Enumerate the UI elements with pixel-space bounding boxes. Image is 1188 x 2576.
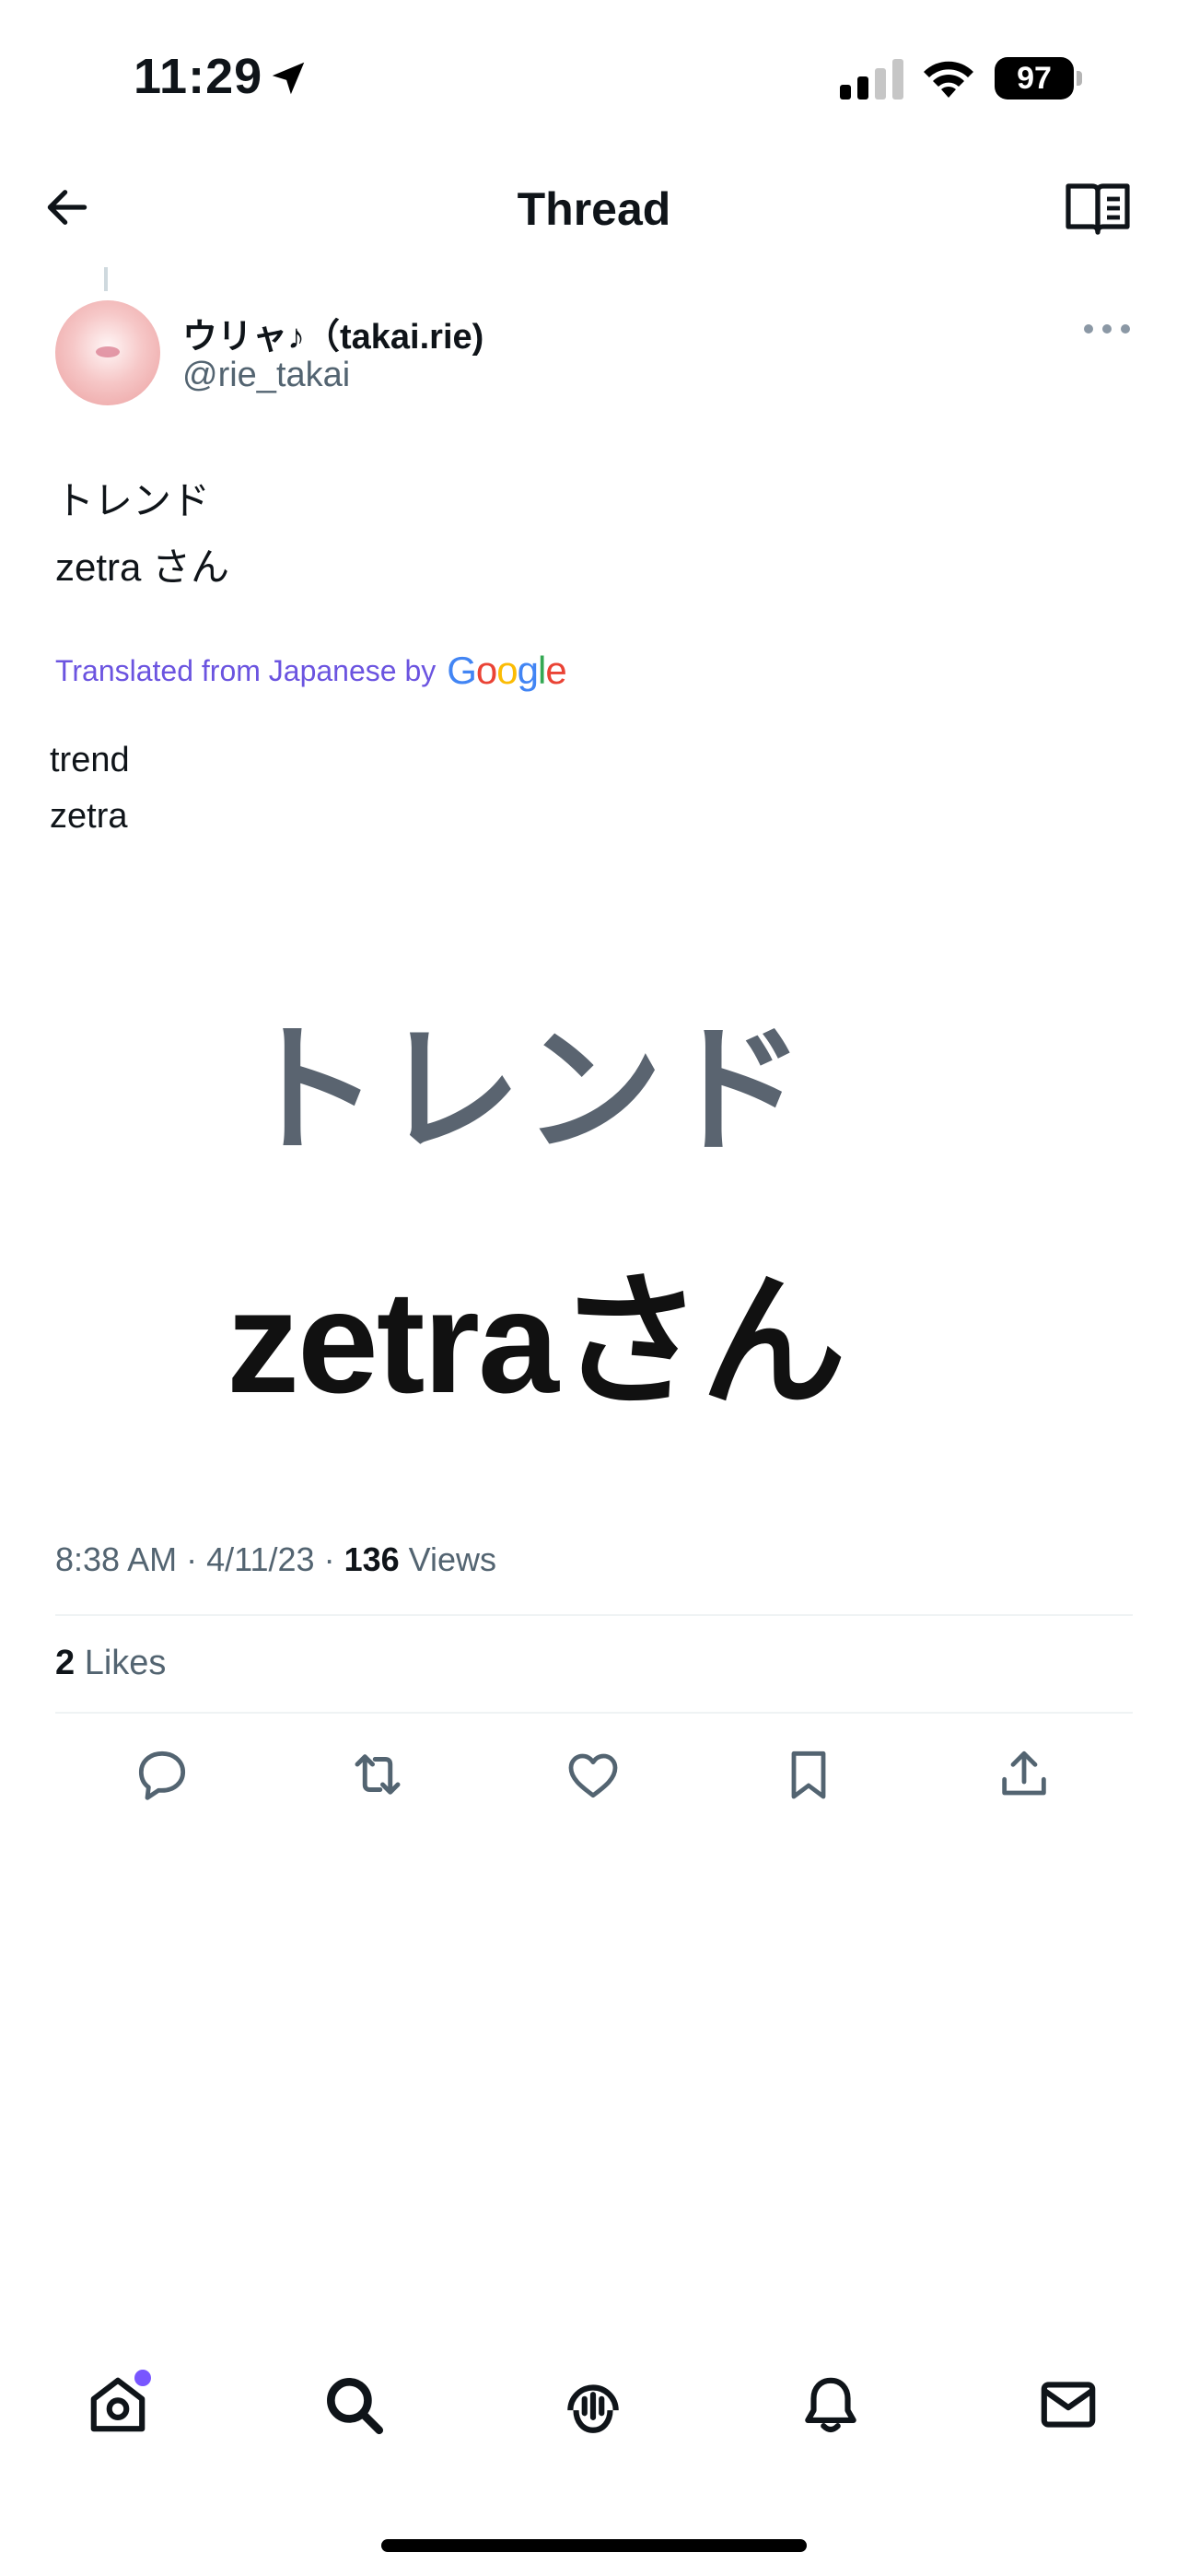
battery-icon: 97: [995, 57, 1083, 100]
media-text-line: トレンド: [239, 1013, 807, 1169]
tweet-media-image[interactable]: トレンド zetraさん: [208, 977, 945, 1423]
tweet-actions: [0, 1738, 1188, 1811]
like-icon: [568, 1753, 618, 1798]
likes-count: 2: [55, 1644, 76, 1682]
bookmark-button[interactable]: [772, 1738, 845, 1811]
thread-screen: 11:29 97 Thread ウリャ♪（takai.rie) @rie_tak…: [0, 0, 1188, 2576]
bookmark-icon: [791, 1751, 826, 1799]
home-indicator[interactable]: [381, 2539, 807, 2552]
nav-messages[interactable]: [1022, 2359, 1114, 2451]
tweet-text: トレンド zetra さん: [55, 468, 229, 601]
translated-line: trend: [50, 741, 130, 779]
reply-icon: [138, 1751, 186, 1800]
top-bar: Thread: [0, 157, 1188, 263]
nav-search[interactable]: [308, 2359, 400, 2451]
like-button[interactable]: [556, 1738, 630, 1811]
share-icon: [1002, 1751, 1046, 1796]
translated-text: trend zetra: [50, 732, 130, 845]
bottom-navigation: [0, 2359, 1188, 2469]
signal-icon: [840, 59, 906, 100]
divider: [55, 1614, 1133, 1616]
media-text-line: zetraさん: [227, 1261, 846, 1423]
search-icon: [327, 2378, 384, 2435]
more-options-button[interactable]: [1081, 315, 1133, 343]
display-name[interactable]: ウリャ♪（takai.rie): [182, 308, 483, 358]
avatar[interactable]: [55, 300, 160, 405]
tweet-time: 8:38 AM: [55, 1540, 178, 1578]
nav-notifications[interactable]: [785, 2359, 877, 2451]
reader-mode-icon: [1066, 183, 1130, 235]
tweet-text-line: zetra さん: [55, 545, 230, 589]
more-dots-icon: [1084, 324, 1130, 334]
tweet-meta: 8:38 AM · 4/11/23 · 136 Views: [55, 1540, 497, 1578]
likes-label: Likes: [84, 1644, 167, 1682]
views-count: 136: [344, 1540, 400, 1578]
reply-button[interactable]: [125, 1738, 199, 1811]
status-bar: 11:29 97: [0, 0, 1188, 157]
likes-summary[interactable]: 2 Likes: [55, 1644, 166, 1683]
divider: [55, 1712, 1133, 1714]
battery-level: 97: [1017, 61, 1052, 96]
page-title: Thread: [517, 183, 671, 235]
google-logo: Google: [447, 649, 566, 692]
location-arrow-icon: [267, 57, 309, 100]
user-handle[interactable]: @rie_takai: [182, 356, 350, 395]
translated-from-text: Translated from Japanese by: [55, 653, 437, 687]
share-button[interactable]: [987, 1738, 1061, 1811]
views-label[interactable]: Views: [409, 1540, 496, 1578]
nav-home[interactable]: [72, 2359, 164, 2451]
retweet-icon: [355, 1754, 401, 1795]
translated-line: zetra: [50, 797, 128, 836]
wifi-icon: [921, 55, 976, 100]
messages-icon: [1041, 2382, 1096, 2428]
translation-label[interactable]: Translated from Japanese by Google: [55, 649, 567, 693]
home-unread-dot: [134, 2370, 151, 2386]
spaces-icon: [567, 2384, 619, 2433]
notifications-icon: [805, 2377, 856, 2433]
reader-mode-button[interactable]: [1065, 179, 1131, 238]
nav-spaces[interactable]: [547, 2359, 639, 2451]
status-time: 11:29: [134, 49, 263, 104]
thread-connector-line: [104, 267, 108, 291]
retweet-button[interactable]: [341, 1738, 414, 1811]
tweet-text-line: トレンド: [55, 479, 211, 522]
tweet-date: 4/11/23: [206, 1540, 315, 1578]
